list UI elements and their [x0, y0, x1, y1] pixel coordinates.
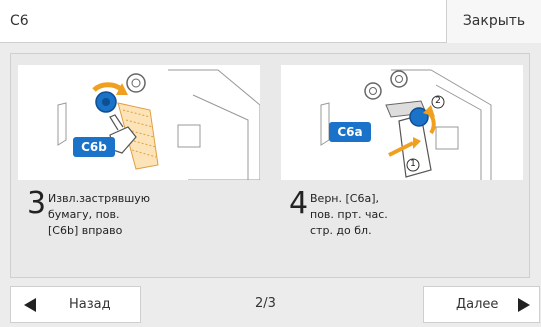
c6b-badge: C6b: [73, 137, 115, 157]
marker-2: 2: [435, 96, 441, 106]
c6a-badge: C6a: [329, 122, 371, 142]
dialog-header: C6 Закрыть: [0, 0, 541, 43]
close-button[interactable]: Закрыть: [446, 0, 541, 43]
triangle-left-icon: [24, 298, 36, 312]
step-3-drawing: [57, 69, 260, 180]
dialog-title: C6: [10, 13, 29, 29]
step-3-text: 3 Извл.застрявшую бумагу, пов. [C6b] впр…: [27, 189, 277, 269]
next-button[interactable]: Далее: [423, 286, 540, 323]
back-button[interactable]: Назад: [10, 286, 141, 323]
step-3-description: Извл.застрявшую бумагу, пов. [C6b] вправ…: [48, 192, 151, 237]
step-4-text: 4 Верн. [C6a], пов. прт. час. стр. до бл…: [289, 189, 539, 269]
page-indicator: 2/3: [255, 296, 276, 311]
dialog-footer: Назад 2/3 Далее: [0, 282, 541, 327]
step-4-illustration: 2 1 C6a: [281, 65, 523, 180]
next-button-label: Далее: [456, 297, 499, 312]
triangle-right-icon: [518, 298, 530, 312]
step-3-number: 3: [27, 186, 47, 221]
marker-1: 1: [410, 159, 416, 169]
step-4-number: 4: [289, 186, 309, 221]
step-4-description: Верн. [C6a], пов. прт. час. стр. до бл.: [310, 192, 388, 237]
step-3-illustration: C6b: [18, 65, 260, 180]
back-button-label: Назад: [69, 297, 111, 312]
step-4-drawing: [320, 69, 492, 180]
instruction-panel: C6b 3 Извл.застрявшую бумагу, пов. [C6b]…: [10, 53, 530, 278]
dialog-window: C6 Закрыть C6b 3 Извл.застрявшую бумагу,…: [0, 0, 541, 327]
